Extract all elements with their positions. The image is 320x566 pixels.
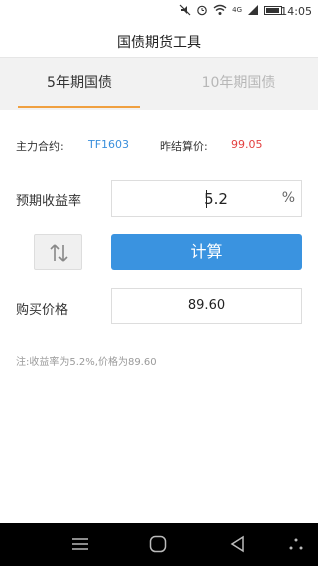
main-contract-value: TF1603 — [88, 138, 130, 151]
nav-back[interactable] — [218, 523, 258, 566]
yield-field[interactable]: % — [111, 180, 302, 217]
network-label: 4G — [232, 6, 242, 14]
nav-menu[interactable] — [60, 523, 100, 566]
menu-icon — [72, 538, 88, 550]
back-icon — [230, 535, 244, 553]
tab-bar: 5年期国债 10年期国债 — [0, 58, 318, 110]
percent-unit: % — [281, 190, 295, 206]
price-result: 89.60 — [111, 288, 302, 324]
alarm-icon — [197, 5, 207, 16]
home-icon — [149, 535, 167, 553]
nav-home[interactable] — [138, 523, 178, 566]
tab-10-year-bond[interactable]: 10年期国债 — [159, 58, 318, 110]
battery-icon — [264, 5, 282, 15]
yield-label: 预期收益率 — [16, 194, 82, 209]
assist-icon — [289, 538, 303, 550]
status-bar: 4G 14:05 — [0, 0, 318, 24]
tab-5-year-bond[interactable]: 5年期国债 — [0, 58, 159, 110]
price-label: 购买价格 — [16, 303, 69, 318]
text-caret — [206, 190, 207, 208]
contract-info-row: 主力合约: TF1603 昨结算价: 99.05 — [16, 138, 306, 154]
settle-price-value: 99.05 — [231, 138, 263, 151]
status-icons: 4G — [179, 4, 282, 16]
signal-icon — [248, 5, 258, 15]
swap-button[interactable] — [34, 234, 82, 270]
yield-input[interactable] — [112, 181, 272, 216]
active-tab-indicator — [18, 106, 140, 108]
main-contract-label: 主力合约: — [16, 140, 64, 153]
navigation-bar — [0, 523, 318, 566]
result-note: 注:收益率为5.2%,价格为89.60 — [16, 357, 157, 368]
settle-price-label: 昨结算价: — [160, 140, 208, 153]
calculate-button[interactable]: 计算 — [111, 234, 302, 270]
mute-icon — [179, 4, 191, 16]
wifi-icon — [213, 4, 227, 15]
swap-vertical-icon — [50, 244, 68, 262]
page-title: 国债期货工具 — [117, 35, 201, 51]
nav-assist[interactable] — [276, 523, 316, 566]
title-bar: 国债期货工具 — [0, 24, 318, 58]
status-time: 14:05 — [280, 5, 312, 18]
